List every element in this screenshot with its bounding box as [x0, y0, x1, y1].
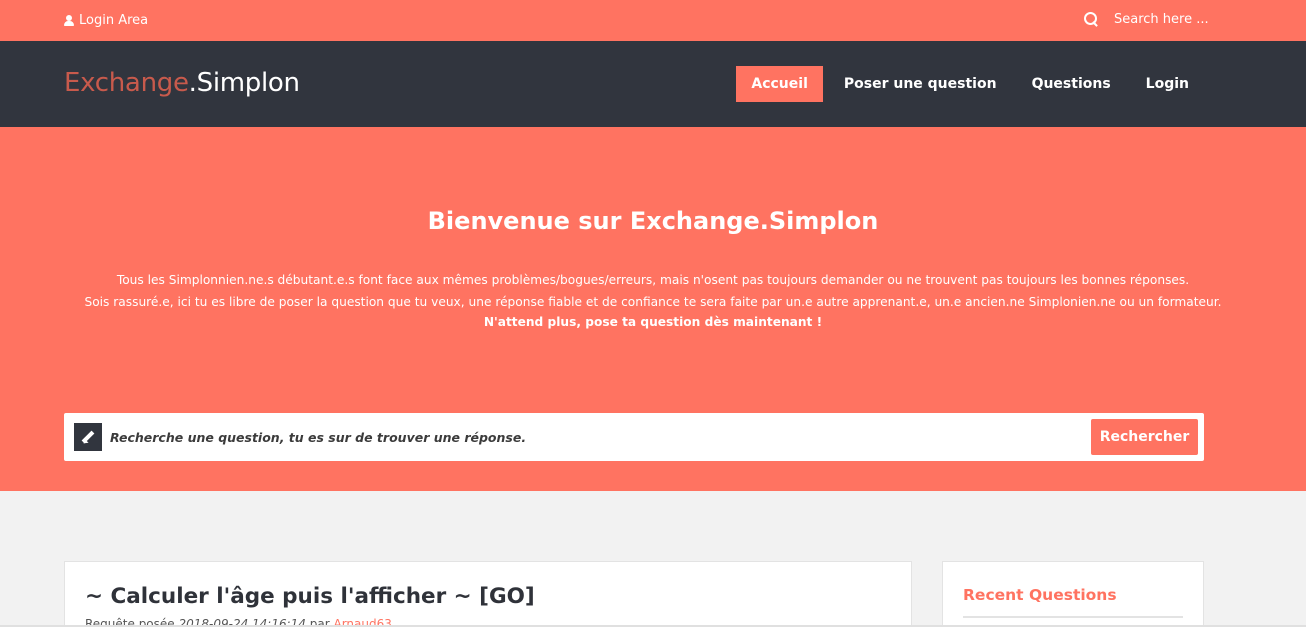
brand-part-simplon: .Simplon	[188, 68, 300, 98]
hero-title: Bienvenue sur Exchange.Simplon	[427, 207, 879, 235]
recent-questions-title: Recent Questions	[963, 586, 1117, 604]
login-area-link[interactable]: Login Area	[64, 13, 148, 28]
hero-banner: Bienvenue sur Exchange.Simplon Tous les …	[0, 127, 1306, 491]
nav-item-login[interactable]: Login	[1129, 66, 1206, 102]
recent-questions-widget: Recent Questions	[942, 561, 1204, 627]
site-logo[interactable]: Exchange.Simplon	[64, 68, 300, 98]
question-card: ~ Calculer l'âge puis l'afficher ~ [GO] …	[64, 561, 912, 627]
question-search-bar: Rechercher	[64, 413, 1204, 461]
hero-line-2: Sois rassuré.e, ici tu es libre de poser…	[84, 295, 1222, 309]
hero-description: Tous les Simplonnien.ne.s débutant.e.s f…	[0, 269, 1306, 313]
question-search-input[interactable]	[110, 423, 1010, 451]
nav-item-poser-question[interactable]: Poser une question	[827, 66, 1014, 102]
widget-divider	[963, 616, 1183, 618]
top-search-input[interactable]	[1114, 12, 1224, 27]
top-bar: Login Area	[0, 0, 1306, 41]
user-icon	[64, 15, 74, 26]
nav-item-questions[interactable]: Questions	[1015, 66, 1128, 102]
main-navbar: Exchange.Simplon Accueil Poser une quest…	[0, 41, 1306, 127]
search-button[interactable]: Rechercher	[1091, 419, 1198, 455]
nav-item-accueil[interactable]: Accueil	[736, 66, 823, 102]
top-search	[1084, 12, 1224, 27]
hero-call-to-action: N'attend plus, pose ta question dès main…	[483, 315, 823, 329]
question-title[interactable]: ~ Calculer l'âge puis l'afficher ~ [GO]	[85, 584, 535, 609]
search-icon[interactable]	[1084, 12, 1099, 27]
login-area-label: Login Area	[79, 13, 149, 28]
brand-part-exchange: Exchange	[64, 68, 189, 98]
main-nav: Accueil Poser une question Questions Log…	[735, 66, 1206, 102]
hero-line-1: Tous les Simplonnien.ne.s débutant.e.s f…	[116, 273, 1190, 287]
pencil-icon	[74, 423, 102, 451]
